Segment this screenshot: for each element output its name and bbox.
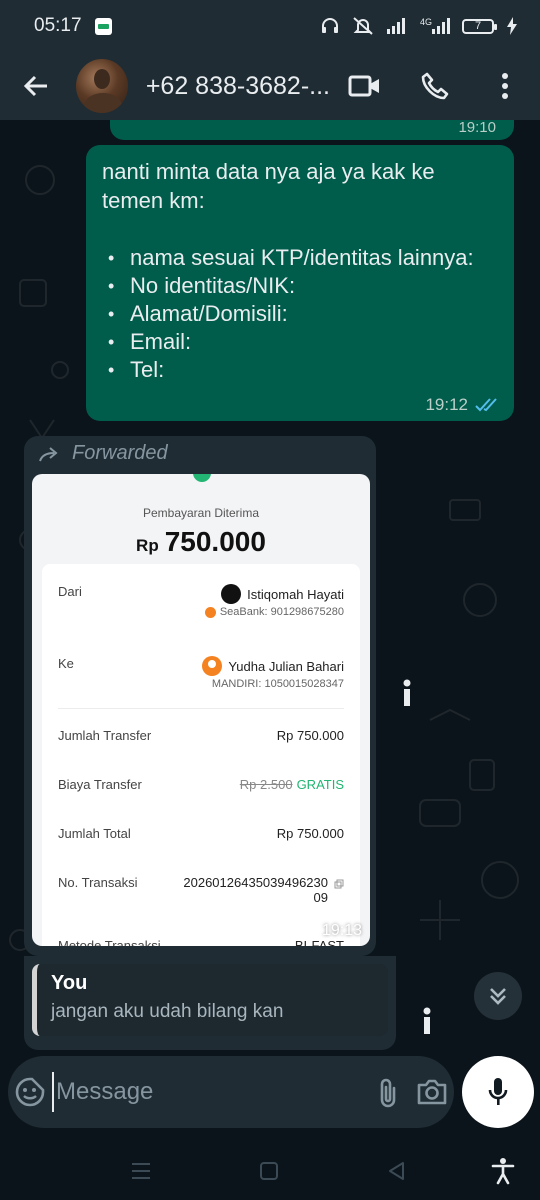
- list-item: nama sesuai KTP/identitas lainnya:: [102, 244, 498, 272]
- home-square-icon: [260, 1162, 278, 1180]
- forward-arrow-icon: [39, 446, 58, 461]
- forwarded-image-message[interactable]: Forwarded Pembayaran Diterima Rp 750.000 …: [24, 436, 376, 956]
- receipt-amount: Rp 750.000: [136, 526, 266, 557]
- sticker-button[interactable]: [8, 1056, 52, 1128]
- message-composer: [0, 1056, 540, 1132]
- voice-message-button[interactable]: [462, 1056, 534, 1128]
- message-meta: 19:12: [425, 395, 500, 415]
- quoted-author: You: [51, 972, 88, 994]
- total-amount-row: Jumlah Total Rp 750.000: [58, 826, 344, 841]
- sender-avatar: [221, 584, 242, 604]
- receipt-details-card: Dari Istiqomah Hayati SeaBank: 901298675…: [42, 564, 360, 946]
- status-bar: 05:17 4G 7: [0, 0, 540, 52]
- recipient-avatar-icon: [202, 656, 223, 676]
- contact-name[interactable]: +62 838-3682-...: [146, 72, 330, 101]
- camera-button[interactable]: [410, 1056, 454, 1128]
- video-camera-icon: [348, 75, 379, 97]
- message-input-container: [8, 1056, 454, 1128]
- chat-area[interactable]: 19:10 nanti minta data nya aja ya kak ke…: [0, 120, 540, 1160]
- signal-icon: [387, 18, 405, 34]
- mute-bell-icon: [353, 17, 373, 35]
- paperclip-icon: [380, 1078, 396, 1108]
- headset-icon: [322, 18, 338, 33]
- accessibility-button[interactable]: [486, 1154, 520, 1188]
- message-time: 19:13: [321, 922, 362, 939]
- list-item: Tel:: [102, 356, 498, 384]
- phone-icon: [421, 72, 449, 100]
- triangle-back-icon: [389, 1162, 404, 1180]
- transaction-method-row: Metode Transaksi BI-FAST: [58, 938, 344, 946]
- signal-4g-icon: 4G: [420, 17, 450, 34]
- message-text: nanti minta data nya aja ya kak ke temen…: [102, 159, 435, 213]
- info-icon: [403, 679, 411, 706]
- list-item: Email:: [102, 328, 498, 356]
- recent-apps-button[interactable]: [124, 1154, 158, 1188]
- message-list: nama sesuai KTP/identitas lainnya: No id…: [102, 244, 498, 384]
- previous-outgoing-message[interactable]: 19:10: [110, 120, 514, 140]
- notification-app-icon: [94, 17, 112, 35]
- menu-lines-icon: [132, 1163, 150, 1179]
- info-icon: [423, 1007, 431, 1034]
- svg-text:4G: 4G: [420, 17, 432, 27]
- contact-avatar[interactable]: [75, 59, 128, 113]
- list-item: Alamat/Domisili:: [102, 300, 498, 328]
- ai-info-button[interactable]: [410, 1004, 444, 1038]
- camera-icon: [417, 1079, 447, 1105]
- ai-info-button[interactable]: [390, 676, 424, 710]
- outgoing-message[interactable]: nanti minta data nya aja ya kak ke temen…: [86, 145, 514, 421]
- transfer-fee-row: Biaya Transfer Rp 2.500 GRATIS: [58, 777, 344, 792]
- double-chevron-down-icon: [490, 988, 506, 1005]
- status-time: 05:17: [34, 15, 82, 36]
- voice-call-button[interactable]: [400, 52, 470, 120]
- system-navigation-bar: [0, 1142, 540, 1200]
- sticker-icon: [15, 1077, 45, 1107]
- chat-header: +62 838-3682-...: [0, 52, 540, 120]
- header-actions: [330, 52, 540, 120]
- forwarded-label: Forwarded: [38, 442, 168, 465]
- message-time: 19:12: [425, 395, 468, 414]
- message-time: 19:10: [458, 120, 496, 136]
- home-button[interactable]: [252, 1154, 286, 1188]
- incoming-reply-message[interactable]: You jangan aku udah bilang kan: [24, 956, 396, 1050]
- accessibility-icon: [491, 1158, 515, 1185]
- arrow-left-icon: [23, 75, 47, 97]
- from-row: Dari Istiqomah Hayati SeaBank: 901298675…: [58, 584, 344, 618]
- divider: [58, 708, 344, 709]
- message-input[interactable]: [52, 1072, 366, 1112]
- transaction-number-row: No. Transaksi 20260126435039496230 09: [58, 875, 344, 915]
- status-icons: 4G 7: [320, 16, 518, 36]
- more-vertical-icon: [502, 73, 508, 99]
- copy-icon: [334, 879, 344, 889]
- double-check-icon: [475, 398, 497, 412]
- more-options-button[interactable]: [470, 52, 540, 120]
- microphone-icon: [488, 1078, 508, 1105]
- to-row: Ke Yudha Julian Bahari MANDIRI: 10500150…: [58, 656, 344, 690]
- back-nav-button[interactable]: [380, 1154, 414, 1188]
- receipt-title: Pembayaran Diterima: [142, 506, 260, 520]
- transfer-amount-row: Jumlah Transfer Rp 750.000: [58, 728, 344, 743]
- attach-button[interactable]: [366, 1056, 410, 1128]
- back-button[interactable]: [10, 52, 62, 120]
- receipt-image[interactable]: Pembayaran Diterima Rp 750.000 Dari Istiq…: [32, 474, 370, 946]
- video-call-button[interactable]: [330, 52, 400, 120]
- seabank-icon: [204, 606, 216, 618]
- charging-icon: [507, 17, 517, 35]
- battery-icon: 7: [462, 18, 497, 34]
- quoted-text: jangan aku udah bilang kan: [51, 1001, 284, 1022]
- scroll-to-bottom-button[interactable]: [474, 972, 522, 1020]
- list-item: No identitas/NIK:: [102, 272, 498, 300]
- success-icon: [193, 474, 211, 482]
- quoted-message[interactable]: You jangan aku udah bilang kan: [32, 964, 388, 1036]
